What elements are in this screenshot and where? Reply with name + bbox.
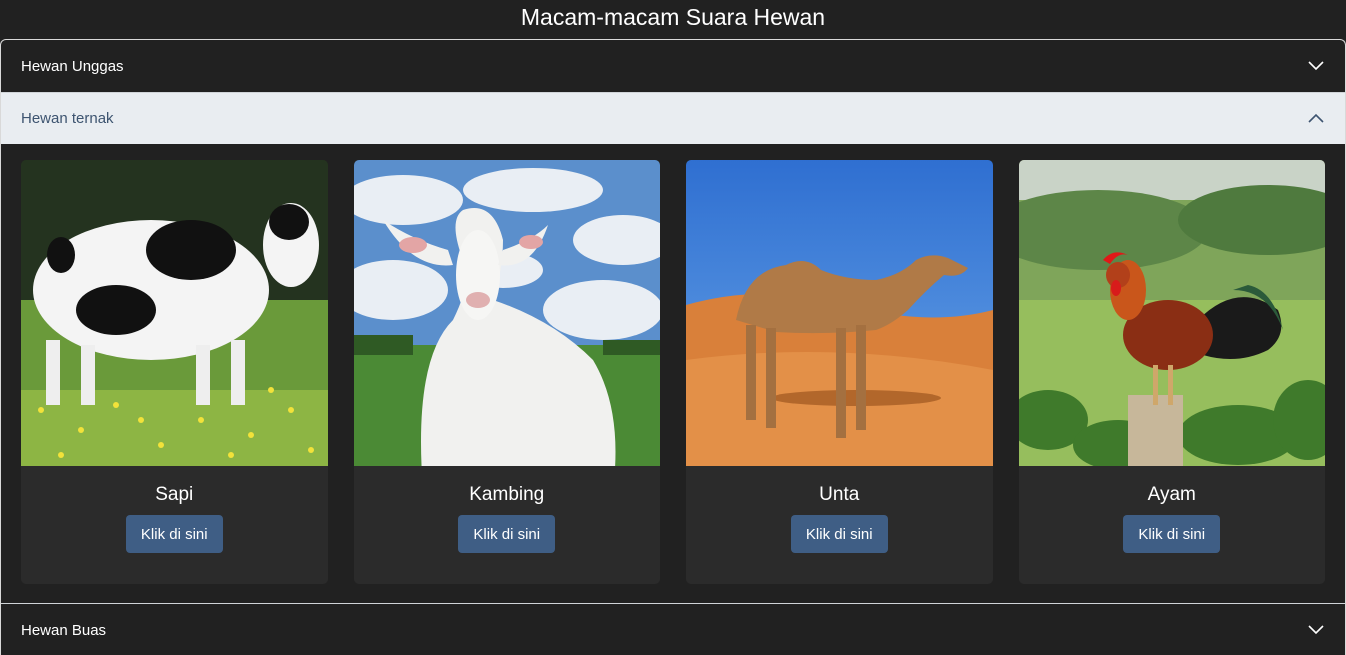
card-title: Unta [819, 484, 860, 505]
play-sound-button-unta[interactable]: Klik di sini [790, 515, 888, 553]
accordion-header-hewan-ternak[interactable]: Hewan ternak [1, 92, 1345, 144]
card-title: Ayam [1147, 484, 1196, 505]
goat-image [353, 160, 660, 466]
play-sound-button-kambing[interactable]: Klik di sini [458, 515, 556, 553]
play-sound-button-ayam[interactable]: Klik di sini [1123, 515, 1221, 553]
accordion-header-hewan-buas[interactable]: Hewan Buas [1, 604, 1345, 655]
camel-image [686, 160, 993, 466]
card-title: Sapi [155, 484, 194, 505]
accordion-header-hewan-unggas[interactable]: Hewan Unggas [1, 40, 1345, 92]
chevron-up-icon [1308, 113, 1324, 123]
page-title: Macam-macam Suara Hewan [520, 4, 826, 30]
rooster-image [1018, 160, 1325, 466]
accordion: Hewan Unggas Hewan ternak Sapi Klik di s… [0, 39, 1346, 655]
accordion-header-label: Hewan Buas [21, 621, 107, 639]
chevron-down-icon [1308, 625, 1324, 635]
animal-card-ayam: Ayam Klik di sini [1018, 160, 1325, 584]
play-sound-button-sapi[interactable]: Klik di sini [125, 515, 223, 553]
chevron-down-icon [1308, 61, 1324, 71]
accordion-divider: Hewan Buas [1, 603, 1345, 655]
accordion-header-label: Hewan Unggas [21, 57, 124, 75]
cow-image [21, 160, 328, 466]
accordion-header-label: Hewan ternak [21, 110, 114, 127]
accordion-body-hewan-ternak: Sapi Klik di sini Kambing Klik di sini U… [1, 144, 1345, 603]
animal-card-sapi: Sapi Klik di sini [21, 160, 328, 584]
animal-card-kambing: Kambing Klik di sini [353, 160, 660, 584]
card-title: Kambing [469, 484, 545, 505]
animal-card-unta: Unta Klik di sini [686, 160, 993, 584]
